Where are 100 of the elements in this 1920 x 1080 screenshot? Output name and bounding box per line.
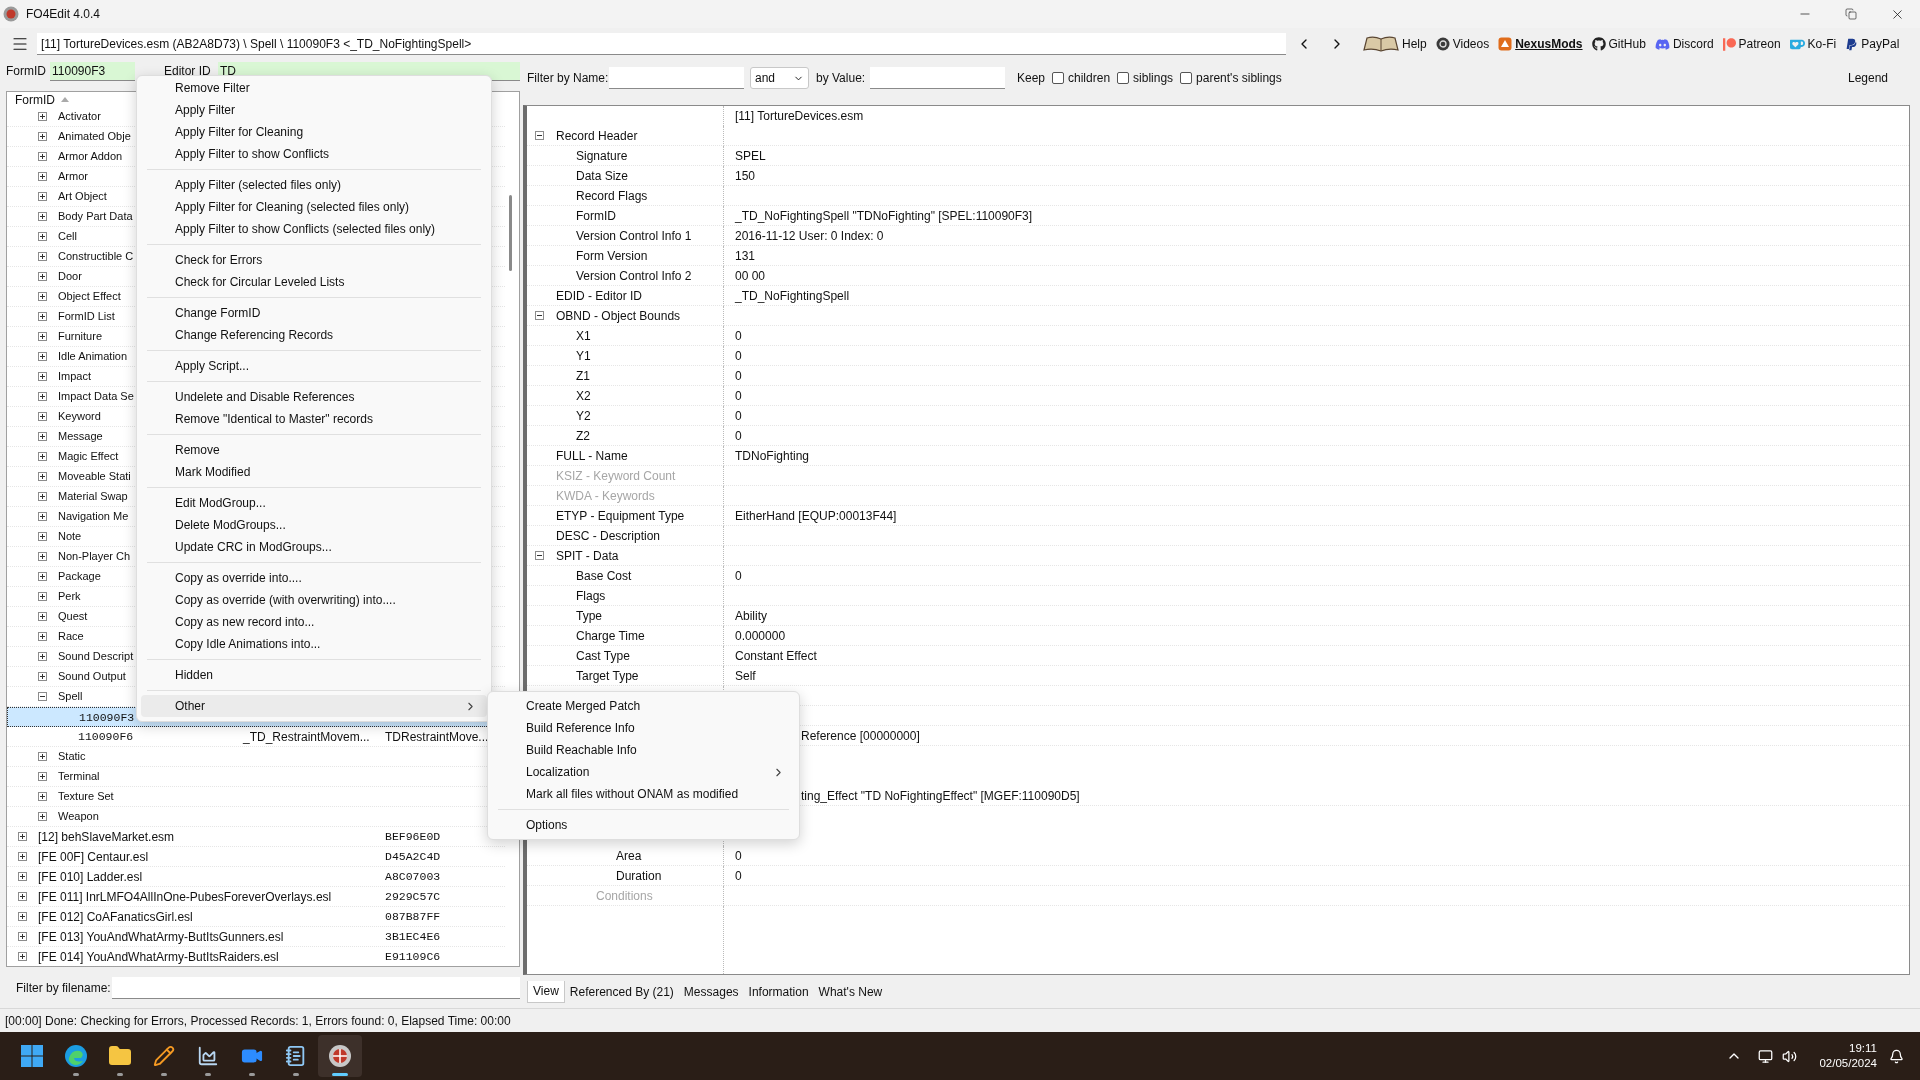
tree-item[interactable]: Armor Addon	[58, 148, 123, 165]
expand-icon[interactable]	[18, 872, 27, 881]
collapse-icon[interactable]	[38, 692, 47, 701]
expand-icon[interactable]	[38, 112, 47, 121]
tree-item[interactable]: Material Swap	[58, 488, 128, 505]
expand-icon[interactable]	[38, 632, 47, 641]
tree-item[interactable]: Constructible C	[58, 248, 134, 265]
network-icon[interactable]	[1758, 1048, 1774, 1064]
tree-item[interactable]: Idle Animation	[58, 348, 128, 365]
tree-item[interactable]: Cell	[58, 228, 77, 245]
view-tab[interactable]: Messages	[678, 980, 744, 1003]
expand-icon[interactable]	[38, 392, 47, 401]
record-formid[interactable]: 110090F3	[79, 710, 135, 724]
keep-checkbox[interactable]: children	[1052, 69, 1111, 87]
tree-item[interactable]: Package	[58, 568, 101, 585]
expand-icon[interactable]	[38, 252, 47, 261]
tree-item[interactable]: Furniture	[58, 328, 103, 345]
expand-icon[interactable]	[18, 952, 27, 961]
expand-icon[interactable]	[38, 272, 47, 281]
toolbar-link[interactable]: Patreon	[1722, 35, 1781, 53]
expand-icon[interactable]	[38, 652, 47, 661]
menu-item[interactable]: Delete ModGroups...	[141, 514, 487, 536]
menu-icon[interactable]	[11, 35, 29, 53]
plugin-file[interactable]: [FE 011] InrLMFO4AllInOne-PubesForeverOverlays.esl	[38, 887, 332, 906]
tree-item[interactable]: Body Part Data	[58, 208, 133, 225]
menu-item[interactable]: Copy as override (with overwriting) into....	[141, 589, 487, 611]
menu-item[interactable]: Options	[492, 814, 795, 836]
menu-item[interactable]: Hidden	[141, 664, 487, 686]
tree-item[interactable]: Quest	[58, 608, 88, 625]
expand-icon[interactable]	[38, 592, 47, 601]
expand-icon[interactable]	[18, 832, 27, 841]
toolbar-link[interactable]: Ko-Fi	[1789, 35, 1837, 53]
tree-item[interactable]: Static	[58, 748, 86, 765]
tree-item[interactable]: Sound Output	[58, 668, 126, 685]
keep-checkbox[interactable]: siblings	[1117, 69, 1174, 87]
tree-item[interactable]: Armor	[58, 168, 88, 185]
tree-item[interactable]: Texture Set	[58, 788, 114, 805]
expand-icon[interactable]	[38, 192, 47, 201]
clock-date[interactable]: 02/05/2024	[1819, 1056, 1877, 1071]
collapse-icon[interactable]	[535, 311, 544, 320]
menu-item[interactable]: Other	[141, 695, 487, 717]
expand-icon[interactable]	[38, 472, 47, 481]
plugin-file[interactable]: [FE 012] CoAFanaticsGirl.esl	[38, 907, 193, 926]
menu-item[interactable]: Build Reachable Info	[492, 739, 795, 761]
toolbar-link[interactable]: NexusMods	[1498, 35, 1583, 53]
expand-icon[interactable]	[38, 752, 47, 761]
menu-item[interactable]: Apply Filter	[141, 99, 487, 121]
view-tab[interactable]: View	[527, 980, 565, 1003]
tree-item[interactable]: Object Effect	[58, 288, 121, 305]
view-tab[interactable]: Referenced By (21)	[564, 980, 679, 1003]
toolbar-link[interactable]: Discord	[1654, 35, 1714, 53]
tree-item[interactable]: FormID List	[58, 308, 115, 325]
legend-button[interactable]: Legend	[1847, 69, 1888, 87]
pencil-icon[interactable]	[153, 1045, 175, 1067]
menu-item[interactable]: Mark all files without ONAM as modified	[492, 783, 795, 805]
tree-item[interactable]: Door	[58, 268, 82, 285]
expand-icon[interactable]	[38, 512, 47, 521]
expand-icon[interactable]	[38, 572, 47, 581]
expand-icon[interactable]	[38, 432, 47, 441]
plugin-file[interactable]: [FE 010] Ladder.esl	[38, 867, 143, 886]
toolbar-link[interactable]: PayPal	[1845, 35, 1900, 53]
menu-item[interactable]: Update CRC in ModGroups...	[141, 536, 487, 558]
tree-item[interactable]: Moveable Stati	[58, 468, 131, 485]
expand-icon[interactable]	[38, 612, 47, 621]
expand-icon[interactable]	[38, 532, 47, 541]
menu-item[interactable]: Edit ModGroup...	[141, 492, 487, 514]
tree-item[interactable]: Spell	[58, 688, 83, 705]
tree-item[interactable]: Weapon	[58, 808, 99, 825]
expand-icon[interactable]	[38, 452, 47, 461]
tree-item[interactable]: Animated Obje	[58, 128, 131, 145]
expand-icon[interactable]	[38, 152, 47, 161]
tree-item[interactable]: Note	[58, 528, 82, 545]
plugin-file[interactable]: [FE 013] YouAndWhatArmy-ButItsGunners.esl	[38, 927, 284, 946]
view-tab[interactable]: Information	[743, 980, 814, 1003]
name-filter-field[interactable]	[609, 67, 744, 89]
menu-item[interactable]: Localization	[492, 761, 795, 783]
expand-icon[interactable]	[38, 792, 47, 801]
expand-icon[interactable]	[38, 232, 47, 241]
menu-item[interactable]: Apply Script...	[141, 355, 487, 377]
expand-icon[interactable]	[38, 812, 47, 821]
menu-item[interactable]: Copy Idle Animations into...	[141, 633, 487, 655]
path-field[interactable]: [11] TortureDevices.esm (AB2A8D73) \ Spell \ 110090F3 <_TD_NoFightingSpell>	[37, 33, 1286, 55]
toolbar-link[interactable]: Videos	[1435, 35, 1490, 53]
column-header[interactable]: FormID	[15, 92, 55, 109]
tree-item[interactable]: Magic Effect	[58, 448, 119, 465]
menu-item[interactable]: Apply Filter (selected files only)	[141, 174, 487, 196]
expand-icon[interactable]	[38, 672, 47, 681]
menu-item[interactable]: Undelete and Disable References	[141, 386, 487, 408]
menu-item[interactable]: Copy as new record into...	[141, 611, 487, 633]
menu-item[interactable]: Check for Errors	[141, 249, 487, 271]
tree-item[interactable]: Keyword	[58, 408, 101, 425]
volume-icon[interactable]	[1782, 1048, 1798, 1064]
expand-icon[interactable]	[18, 892, 27, 901]
tree-item[interactable]: Perk	[58, 588, 81, 605]
expand-icon[interactable]	[38, 132, 47, 141]
menu-item[interactable]: Mark Modified	[141, 461, 487, 483]
toolbar-link[interactable]: Help	[1363, 35, 1427, 53]
plugin-file[interactable]: [FE 014] YouAndWhatArmy-ButItsRaiders.esl	[38, 947, 279, 966]
collapse-icon[interactable]	[535, 551, 544, 560]
menu-item[interactable]: Apply Filter for Cleaning (selected files only)	[141, 196, 487, 218]
